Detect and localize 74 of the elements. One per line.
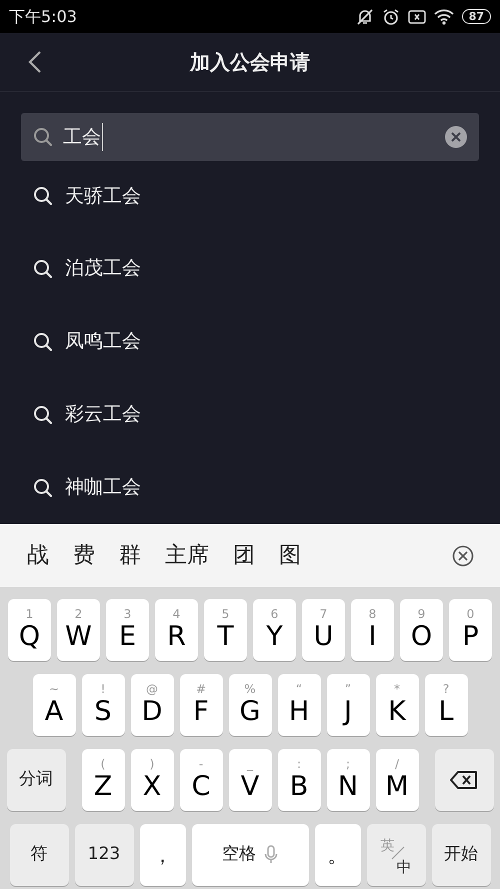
letter-key[interactable]: 1 Q xyxy=(8,599,51,661)
suggestion-text: 神咖工会 xyxy=(65,475,141,500)
letter-key[interactable]: * K xyxy=(376,674,418,736)
letter-key[interactable]: 2 W xyxy=(57,599,100,661)
letter-key[interactable]: 9 O xyxy=(400,599,443,661)
muted-bell-icon xyxy=(356,8,374,26)
suggestion-item[interactable]: 泊茂工会 xyxy=(0,232,500,305)
letter-key[interactable]: 7 U xyxy=(302,599,345,661)
candidate-word[interactable]: 费 xyxy=(72,539,96,572)
letter-key[interactable]: ! S xyxy=(82,674,124,736)
microphone-icon xyxy=(264,845,278,865)
search-value: 工会 xyxy=(63,122,103,152)
candidate-word[interactable]: 图 xyxy=(278,539,302,572)
search-icon xyxy=(33,258,53,278)
suggestion-text: 凤鸣工会 xyxy=(65,329,141,354)
segment-key[interactable]: 分词 xyxy=(6,749,66,811)
search-icon xyxy=(33,127,53,147)
letter-key[interactable]: 5 T xyxy=(204,599,247,661)
suggestion-item[interactable]: 彩云工会 xyxy=(0,378,500,451)
letter-key[interactable]: ( Z xyxy=(82,749,124,811)
punctuation-key[interactable]: ， xyxy=(140,824,186,886)
letter-key[interactable]: # F xyxy=(180,674,222,736)
letter-key[interactable]: ? L xyxy=(424,674,468,736)
letter-key[interactable]: - C xyxy=(180,749,222,811)
search-icon xyxy=(33,404,53,424)
candidate-word[interactable]: 战 xyxy=(26,539,50,572)
search-icon xyxy=(33,478,53,498)
page-title: 加入公会申请 xyxy=(190,49,310,76)
candidate-word[interactable]: 团 xyxy=(232,539,256,572)
search-icon xyxy=(33,186,53,206)
status-time: 下午5:03 xyxy=(9,6,77,28)
letter-key[interactable]: ~ A xyxy=(32,674,76,736)
battery-indicator: 87 xyxy=(462,9,491,24)
space-key[interactable]: 空格 xyxy=(192,824,308,886)
letter-key[interactable]: / M xyxy=(376,749,418,811)
close-icon[interactable] xyxy=(452,544,474,566)
punctuation-key[interactable]: 。 xyxy=(314,824,360,886)
wifi-icon xyxy=(434,8,454,24)
suggestion-item[interactable]: 天骄工会 xyxy=(0,160,500,232)
letter-key[interactable]: ) X xyxy=(130,749,174,811)
chinese-label: 中 xyxy=(396,857,412,878)
alarm-icon xyxy=(382,8,400,26)
letter-key[interactable]: “ H xyxy=(278,674,320,736)
letter-key[interactable]: 6 Y xyxy=(253,599,296,661)
suggestion-item[interactable]: 凤鸣工会 xyxy=(0,305,500,378)
close-icon xyxy=(451,132,461,142)
function-key[interactable]: 开始 xyxy=(432,824,490,886)
backspace-key[interactable] xyxy=(434,749,494,811)
candidate-word[interactable]: 群 xyxy=(118,539,142,572)
back-icon xyxy=(28,50,42,74)
letter-key[interactable]: : B xyxy=(278,749,320,811)
letter-key[interactable]: 4 R xyxy=(155,599,198,661)
function-key[interactable]: 123 xyxy=(74,824,134,886)
letter-key[interactable]: % G xyxy=(228,674,272,736)
language-key[interactable]: 英 中 xyxy=(366,824,426,886)
letter-key[interactable]: 3 E xyxy=(106,599,149,661)
suggestion-text: 泊茂工会 xyxy=(65,256,141,282)
english-label: 英 xyxy=(380,837,394,856)
search-icon xyxy=(33,332,53,352)
letter-key[interactable]: 8 I xyxy=(351,599,394,661)
clear-button[interactable] xyxy=(445,126,467,148)
letter-key[interactable]: @ D xyxy=(130,674,174,736)
backspace-icon xyxy=(450,771,478,789)
function-key[interactable]: 符 xyxy=(10,824,68,886)
search-field[interactable]: 工会 xyxy=(21,113,479,161)
letter-key[interactable]: 0 P xyxy=(449,599,492,661)
letter-key[interactable]: ” J xyxy=(326,674,370,736)
letter-key[interactable]: ; N xyxy=(326,749,370,811)
letter-key[interactable]: _ V xyxy=(228,749,272,811)
candidate-word[interactable]: 主席 xyxy=(164,539,210,572)
suggestion-text: 彩云工会 xyxy=(65,402,141,428)
suggestion-item[interactable]: 神咖工会 xyxy=(0,451,500,524)
suggestion-text: 天骄工会 xyxy=(65,184,141,209)
sim-icon xyxy=(408,10,426,24)
